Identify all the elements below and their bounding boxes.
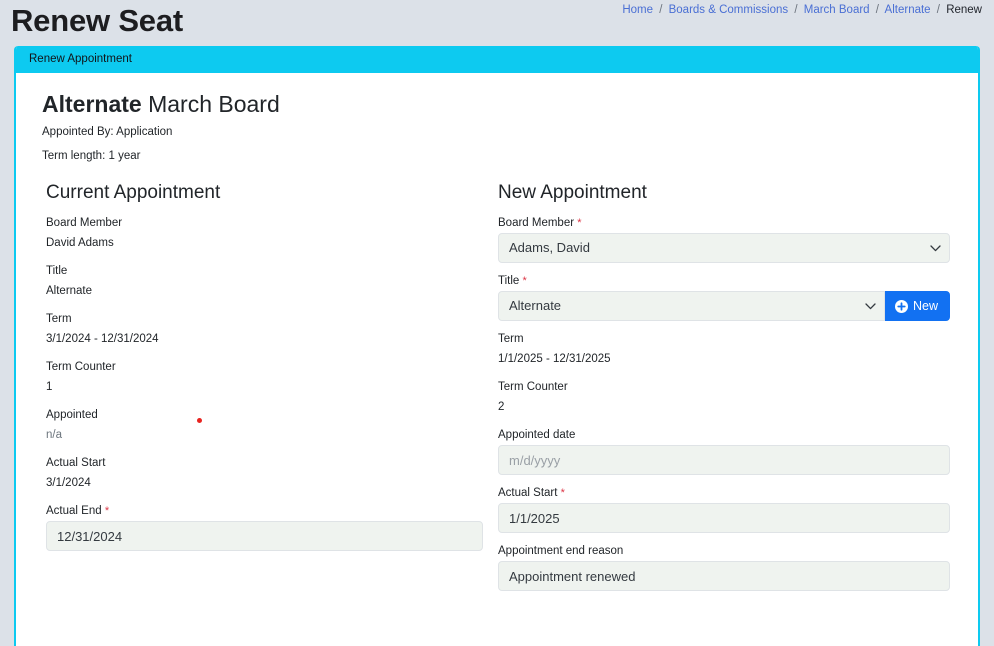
field-label-text: Board Member <box>498 217 575 229</box>
field-label: Term Counter <box>498 381 568 393</box>
breadcrumb-separator: / <box>936 4 940 16</box>
current-appointment-column: Current Appointment Board Member David A… <box>30 181 497 600</box>
field-label: Board Member * <box>498 214 950 232</box>
field-appointment-end-reason: Appointment end reason <box>498 542 950 591</box>
field-appointed: Appointed n/a <box>46 406 483 444</box>
term-length-text: Term length: 1 year <box>42 150 141 162</box>
required-marker: * <box>560 487 565 499</box>
field-new-term-counter: Term Counter 2 <box>498 378 950 416</box>
field-label: Term Counter <box>46 361 116 373</box>
card-body: Alternate March Board Appointed By: Appl… <box>16 73 978 600</box>
title-select-wrap: Alternate <box>498 291 885 321</box>
breadcrumb-item-boards-commissions[interactable]: Boards & Commissions <box>669 4 789 16</box>
actual-end-input[interactable] <box>46 521 483 551</box>
required-marker: * <box>577 217 582 229</box>
field-value: David Adams <box>46 237 114 249</box>
field-label-text: Actual Start <box>498 487 558 499</box>
field-label: Actual Start * <box>498 484 950 502</box>
new-title-button[interactable]: New <box>884 291 950 321</box>
click-marker <box>197 418 202 423</box>
new-appointment-column: New Appointment Board Member * Adams, Da… <box>497 181 964 600</box>
field-new-actual-start: Actual Start * <box>498 484 950 533</box>
field-board-member: Board Member David Adams <box>46 214 483 252</box>
field-term-counter: Term Counter 1 <box>46 358 483 396</box>
field-actual-end: Actual End * <box>46 502 483 551</box>
field-value: n/a <box>46 429 62 441</box>
appointment-columns: Current Appointment Board Member David A… <box>30 181 964 600</box>
top-bar: Renew Seat Home / Boards & Commissions /… <box>0 0 994 46</box>
new-actual-start-input[interactable] <box>498 503 950 533</box>
field-label: Actual End * <box>46 502 483 520</box>
field-new-board-member: Board Member * Adams, David <box>498 214 950 263</box>
field-label: Title <box>46 265 68 277</box>
title-input-group: Alternate New <box>498 291 950 321</box>
seat-title-board: March Board <box>148 91 280 117</box>
page-title: Renew Seat <box>11 3 184 38</box>
breadcrumb-item-alternate[interactable]: Alternate <box>885 4 931 16</box>
required-marker: * <box>104 505 110 517</box>
field-value: 1/1/2025 - 12/31/2025 <box>498 353 611 365</box>
field-label: Board Member <box>46 217 123 229</box>
field-term: Term 3/1/2024 - 12/31/2024 <box>46 310 483 348</box>
renew-appointment-card: Renew Appointment Alternate March Board … <box>14 46 980 646</box>
field-new-term: Term 1/1/2025 - 12/31/2025 <box>498 330 950 368</box>
field-label: Term <box>498 333 524 345</box>
title-select[interactable]: Alternate <box>498 291 885 321</box>
field-label: Term <box>46 313 72 325</box>
breadcrumb-separator: / <box>794 4 798 16</box>
field-title: Title Alternate <box>46 262 483 300</box>
field-value: 1 <box>46 381 53 393</box>
field-value: 3/1/2024 - 12/31/2024 <box>46 333 159 345</box>
plus-circle-icon <box>894 299 908 313</box>
breadcrumb-item-renew: Renew <box>946 4 982 16</box>
field-value: Alternate <box>46 285 93 297</box>
field-appointed-date: Appointed date <box>498 426 950 475</box>
field-actual-start: Actual Start 3/1/2024 <box>46 454 483 492</box>
field-new-title: Title * Alternate New <box>498 272 950 321</box>
card-header-tab[interactable]: Renew Appointment <box>16 46 978 73</box>
field-label: Appointed <box>46 409 98 421</box>
appointed-date-input[interactable] <box>498 445 950 475</box>
field-label: Title * <box>498 272 950 290</box>
breadcrumb-separator: / <box>659 4 663 16</box>
field-value: 3/1/2024 <box>46 477 91 489</box>
appointment-end-reason-input[interactable] <box>498 561 950 591</box>
seat-heading: Alternate March Board <box>30 89 964 119</box>
field-value: 2 <box>498 401 505 413</box>
breadcrumb-separator: / <box>875 4 879 16</box>
new-title-button-label: New <box>912 299 938 313</box>
board-member-select-wrap: Adams, David <box>498 233 950 263</box>
field-label: Actual Start <box>46 457 106 469</box>
breadcrumb: Home / Boards & Commissions / March Boar… <box>622 2 982 18</box>
breadcrumb-item-march-board[interactable]: March Board <box>804 4 870 16</box>
field-label: Appointed date <box>498 429 576 441</box>
field-label-text: Actual End <box>46 505 102 517</box>
breadcrumb-item-home[interactable]: Home <box>622 4 653 16</box>
field-label: Appointment end reason <box>498 545 624 557</box>
new-appointment-title: New Appointment <box>498 182 647 203</box>
appointed-by-text: Appointed By: Application <box>42 126 173 138</box>
required-marker: * <box>522 275 527 287</box>
current-appointment-title: Current Appointment <box>46 182 221 203</box>
board-member-select[interactable]: Adams, David <box>498 233 950 263</box>
field-label-text: Title <box>498 275 520 287</box>
seat-title-role: Alternate <box>42 91 142 117</box>
